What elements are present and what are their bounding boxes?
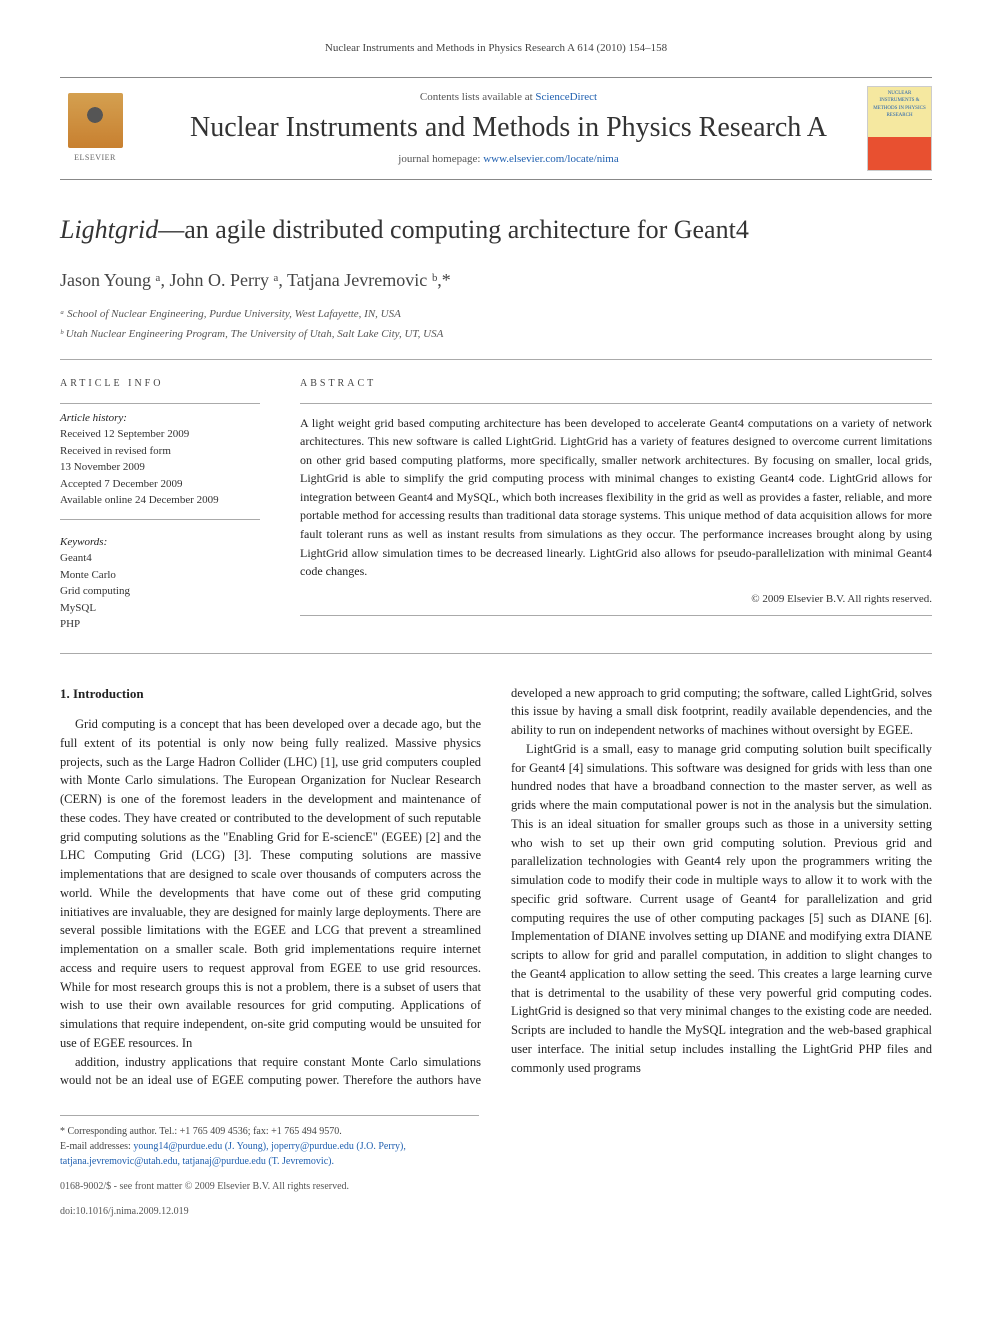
keyword: Grid computing xyxy=(60,583,260,600)
divider xyxy=(300,403,932,404)
running-header: Nuclear Instruments and Methods in Physi… xyxy=(60,40,932,57)
divider xyxy=(60,359,932,360)
history-line: 13 November 2009 xyxy=(60,459,260,476)
info-abstract-row: ARTICLE INFO Article history: Received 1… xyxy=(60,376,932,633)
journal-center: Contents lists available at ScienceDirec… xyxy=(150,89,867,168)
homepage-prefix: journal homepage: xyxy=(398,153,483,165)
history-line: Available online 24 December 2009 xyxy=(60,492,260,509)
journal-cover-thumbnail: NUCLEAR INSTRUMENTS & METHODS IN PHYSICS… xyxy=(867,86,932,171)
body-paragraph: Grid computing is a concept that has bee… xyxy=(60,715,481,1053)
email-addresses: E-mail addresses: young14@purdue.edu (J.… xyxy=(60,1139,479,1169)
divider xyxy=(60,519,260,520)
keyword: Geant4 xyxy=(60,550,260,567)
journal-homepage: journal homepage: www.elsevier.com/locat… xyxy=(150,151,867,168)
affiliation-b: ᵇ Utah Nuclear Engineering Program, The … xyxy=(60,326,932,343)
article-title: Lightgrid—an agile distributed computing… xyxy=(60,210,932,249)
doi-line: doi:10.1016/j.nima.2009.12.019 xyxy=(60,1204,932,1219)
elsevier-tree-icon xyxy=(68,93,123,148)
corresponding-author: * Corresponding author. Tel.: +1 765 409… xyxy=(60,1124,479,1139)
title-rest: —an agile distributed computing architec… xyxy=(158,215,749,244)
divider xyxy=(60,653,932,654)
history-line: Accepted 7 December 2009 xyxy=(60,476,260,493)
footnote-block: * Corresponding author. Tel.: +1 765 409… xyxy=(60,1115,479,1169)
abstract-column: ABSTRACT A light weight grid based compu… xyxy=(300,376,932,633)
body-text: 1. Introduction Grid computing is a conc… xyxy=(60,684,932,1091)
history-line: Received 12 September 2009 xyxy=(60,426,260,443)
homepage-link[interactable]: www.elsevier.com/locate/nima xyxy=(483,153,619,165)
history-label: Article history: xyxy=(60,410,260,427)
divider xyxy=(60,403,260,404)
keyword: Monte Carlo xyxy=(60,567,260,584)
journal-header-box: ELSEVIER Contents lists available at Sci… xyxy=(60,77,932,180)
authors: Jason Young ᵃ, John O. Perry ᵃ, Tatjana … xyxy=(60,267,932,294)
section-heading-introduction: 1. Introduction xyxy=(60,684,481,704)
history-line: Received in revised form xyxy=(60,443,260,460)
elsevier-label: ELSEVIER xyxy=(74,152,116,164)
keywords-label: Keywords: xyxy=(60,534,260,551)
issn-line: 0168-9002/$ - see front matter © 2009 El… xyxy=(60,1179,932,1194)
title-italic-part: Lightgrid xyxy=(60,215,158,244)
email-label: E-mail addresses: xyxy=(60,1141,133,1152)
sciencedirect-link[interactable]: ScienceDirect xyxy=(535,91,597,103)
affiliation-a: ᵃ School of Nuclear Engineering, Purdue … xyxy=(60,306,932,323)
abstract-text: A light weight grid based computing arch… xyxy=(300,414,932,581)
body-paragraph: LightGrid is a small, easy to manage gri… xyxy=(511,740,932,1078)
article-info-label: ARTICLE INFO xyxy=(60,376,260,391)
divider xyxy=(300,615,932,616)
journal-name: Nuclear Instruments and Methods in Physi… xyxy=(150,111,867,145)
contents-prefix: Contents lists available at xyxy=(420,91,535,103)
keyword: MySQL xyxy=(60,600,260,617)
abstract-label: ABSTRACT xyxy=(300,376,932,391)
keyword: PHP xyxy=(60,616,260,633)
article-info-column: ARTICLE INFO Article history: Received 1… xyxy=(60,376,260,633)
contents-available: Contents lists available at ScienceDirec… xyxy=(150,89,867,106)
elsevier-logo: ELSEVIER xyxy=(60,88,130,168)
abstract-copyright: © 2009 Elsevier B.V. All rights reserved… xyxy=(300,591,932,608)
